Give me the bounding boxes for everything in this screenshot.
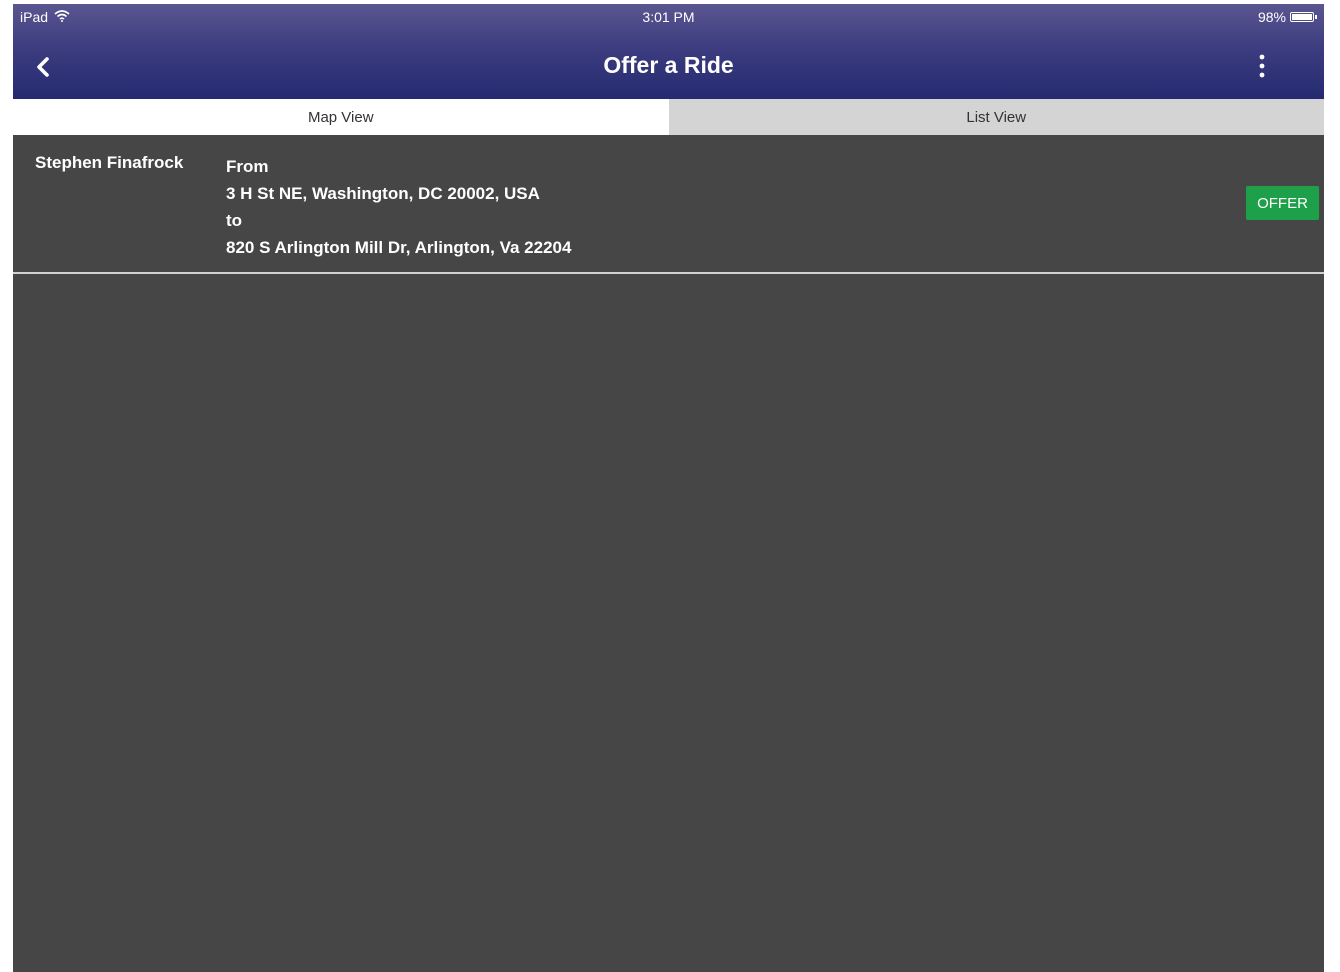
more-menu-button[interactable] [1242,50,1282,84]
status-right: 98% [1258,9,1317,25]
battery-icon [1290,12,1314,22]
to-address: 820 S Arlington Mill Dr, Arlington, Va 2… [226,238,572,257]
tab-list-view[interactable]: List View [668,99,1324,135]
offer-button[interactable]: OFFER [1246,186,1319,220]
ride-list-item: Stephen Finafrock From 3 H St NE, Washin… [13,135,1324,274]
status-time: 3:01 PM [642,9,695,25]
nav-bar: Offer a Ride [13,42,1324,92]
page-title: Offer a Ride [603,52,734,78]
more-vertical-icon [1259,54,1265,78]
battery-percent: 98% [1257,9,1286,25]
view-tabs: Map View List View [13,99,1324,135]
from-address: 3 H St NE, Washington, DC 20002, USA [226,184,540,203]
route-details: From 3 H St NE, Washington, DC 20002, US… [226,153,571,261]
app-screen: iPad 3:01 PM 98% Offer a Ride Map View L… [13,4,1324,972]
status-bar: iPad 3:01 PM 98% [13,4,1324,32]
header: iPad 3:01 PM 98% Offer a Ride [13,4,1324,99]
battery-tip [1315,15,1317,19]
from-label: From [226,157,269,176]
tab-map-view[interactable]: Map View [13,99,669,135]
battery-fill [1292,14,1312,20]
rider-name: Stephen Finafrock [35,153,184,172]
to-label: to [226,211,243,230]
